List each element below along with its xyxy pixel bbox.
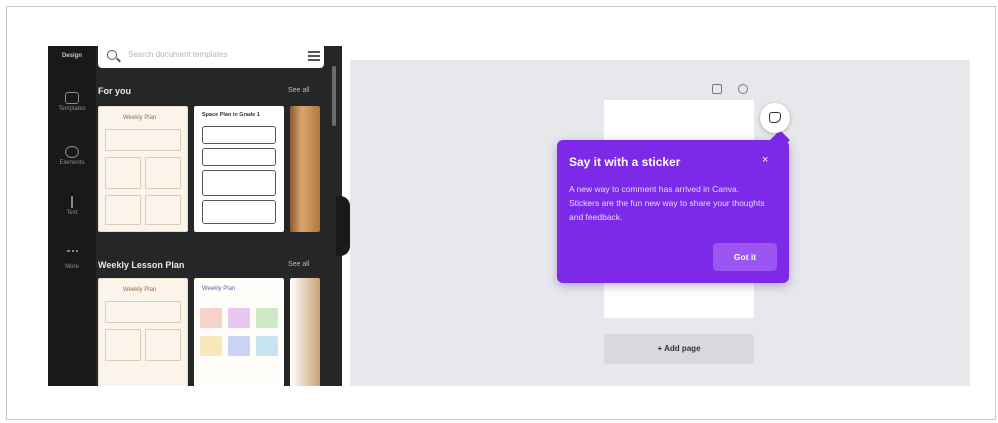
template-thumbnail[interactable]	[290, 106, 320, 232]
sticker-tooltip: Say it with a sticker × A new way to com…	[557, 140, 789, 283]
refresh-icon[interactable]	[738, 84, 748, 94]
tooltip-body: A new way to comment has arrived in Canv…	[569, 184, 765, 222]
thumbnail-title: Weekly Plan	[123, 287, 157, 293]
see-all-link[interactable]: See all	[288, 261, 309, 268]
rail-item-label: Text	[66, 210, 78, 216]
templates-panel: Search document templates For you See al…	[96, 46, 342, 386]
template-thumbnail[interactable]: Space Plan in Grade 1	[194, 106, 284, 232]
rail-item-elements[interactable]: Elements	[52, 146, 92, 166]
tooltip-title: Say it with a sticker	[569, 155, 681, 169]
template-thumbnail[interactable]: Weekly Plan	[194, 278, 284, 386]
see-all-link[interactable]: See all	[288, 87, 309, 94]
duplicate-page-icon[interactable]	[712, 84, 722, 94]
template-thumbnail[interactable]: Weekly Plan	[98, 106, 188, 232]
rail-item-label: More	[65, 264, 79, 270]
rail-item-label: Templates	[58, 106, 86, 112]
thumbnail-title: Weekly Plan	[123, 115, 157, 121]
templates-icon	[65, 92, 79, 104]
search-input[interactable]: Search document templates	[128, 50, 228, 59]
search-bar[interactable]: Search document templates	[98, 46, 324, 68]
panel-scrollbar[interactable]	[332, 66, 336, 126]
text-icon	[71, 196, 73, 208]
filter-icon[interactable]	[308, 51, 320, 61]
thumbnail-title: Weekly Plan	[202, 286, 236, 292]
rail-item-text[interactable]: Text	[52, 196, 92, 216]
sticker-button[interactable]	[760, 103, 790, 133]
template-thumbnail[interactable]	[290, 278, 320, 386]
add-page-button[interactable]: + Add page	[604, 334, 754, 364]
rail-item-more[interactable]: More	[52, 250, 92, 270]
close-icon[interactable]: ×	[762, 154, 768, 166]
rail-top-label: Design	[61, 53, 82, 59]
got-it-button[interactable]: Got it	[713, 243, 777, 271]
sticker-icon	[769, 112, 781, 123]
elements-icon	[65, 146, 79, 158]
template-thumbnail[interactable]: Weekly Plan	[98, 278, 188, 386]
rail-item-templates[interactable]: Templates	[52, 92, 92, 112]
search-icon	[107, 50, 117, 60]
left-rail: Design Templates Elements Text More	[48, 46, 96, 386]
section-title-for-you: For you	[98, 86, 131, 96]
thumbnail-title: Space Plan in Grade 1	[202, 112, 260, 118]
more-icon	[65, 250, 79, 262]
section-title-weekly-lesson-plan: Weekly Lesson Plan	[98, 260, 185, 270]
rail-item-label: Elements	[59, 160, 85, 166]
panel-collapse-handle[interactable]	[336, 196, 350, 256]
